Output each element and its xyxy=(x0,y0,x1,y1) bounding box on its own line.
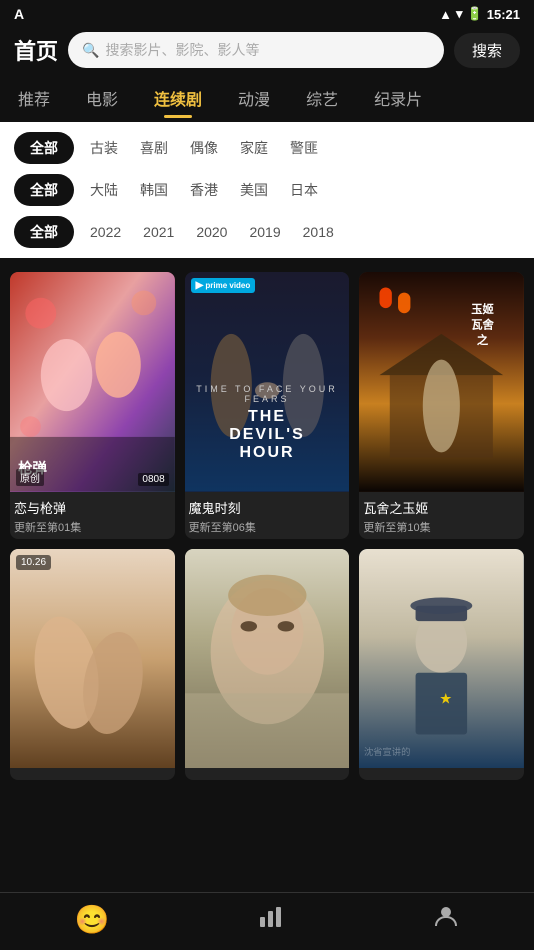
signal-icon: ▲ xyxy=(439,7,452,22)
bottom-nav: 😊 xyxy=(0,892,534,950)
battery-icon: 🔋 xyxy=(467,6,483,22)
tab-anime[interactable]: 动漫 xyxy=(220,82,288,114)
filter-tag-2018[interactable]: 2018 xyxy=(295,220,342,244)
filter-row-genre: 全部 古装 喜剧 偶像 家庭 警匪 xyxy=(14,132,520,164)
filter-year-tags: 2022 2021 2020 2019 2018 xyxy=(82,220,342,244)
filter-tag-meiguo[interactable]: 美国 xyxy=(232,176,276,204)
filter-tag-riben[interactable]: 日本 xyxy=(282,176,326,204)
tab-series[interactable]: 连续剧 xyxy=(136,82,220,114)
search-bar[interactable]: 🔍 搜索影片、影院、影人等 xyxy=(68,32,444,68)
content-area: 枪弹 原创 0808 恋与枪弹 更新至第01集 xyxy=(0,258,534,860)
card-title-3: 瓦舍之玉姬 xyxy=(363,498,520,517)
filter-tag-hanguo[interactable]: 韩国 xyxy=(132,176,176,204)
card-info-5 xyxy=(185,768,350,780)
search-placeholder: 搜索影片、影院、影人等 xyxy=(105,40,430,60)
header: 首页 🔍 搜索影片、影院、影人等 搜索 xyxy=(0,24,534,78)
tab-variety[interactable]: 综艺 xyxy=(288,82,356,114)
filter-tag-dalu[interactable]: 大陆 xyxy=(82,176,126,204)
time-display: 15:21 xyxy=(487,7,520,22)
list-item[interactable]: 10.26 xyxy=(10,549,175,781)
status-bar: A ▲ ▾ 🔋 15:21 xyxy=(0,0,534,24)
card-poster-2: ▶ prime video TIME TO FACE YOUR FEARS TH… xyxy=(185,272,350,492)
profile-icon xyxy=(433,903,459,936)
svg-text:玉姬: 玉姬 xyxy=(472,302,495,316)
card-title-2: 魔鬼时刻 xyxy=(189,498,346,517)
list-item[interactable] xyxy=(185,549,350,781)
card-info-1: 恋与枪弹 更新至第01集 xyxy=(10,492,175,539)
status-right: ▲ ▾ 🔋 15:21 xyxy=(439,6,520,22)
chart-icon xyxy=(258,903,284,936)
tab-movie[interactable]: 电影 xyxy=(68,82,136,114)
svg-text:★: ★ xyxy=(440,691,453,707)
filter-tag-2021[interactable]: 2021 xyxy=(135,220,182,244)
filter-tag-2019[interactable]: 2019 xyxy=(241,220,288,244)
card-poster-4: 10.26 xyxy=(10,549,175,769)
filter-genre-all[interactable]: 全部 xyxy=(14,132,74,164)
episode-badge-1: 原创 xyxy=(16,469,44,486)
page-title: 首页 xyxy=(14,34,58,66)
tab-documentary[interactable]: 纪录片 xyxy=(356,82,440,114)
filter-genre-tags: 古装 喜剧 偶像 家庭 警匪 xyxy=(82,134,326,162)
date-badge-4: 10.26 xyxy=(16,555,51,570)
wifi-icon: ▾ xyxy=(456,6,463,22)
search-icon: 🔍 xyxy=(82,42,99,59)
filter-region-all[interactable]: 全部 xyxy=(14,174,74,206)
card-title-1: 恋与枪弹 xyxy=(14,498,171,517)
filter-region-tags: 大陆 韩国 香港 美国 日本 xyxy=(82,176,326,204)
search-button[interactable]: 搜索 xyxy=(454,33,520,68)
poster-title-text: TIME TO FACE YOUR FEARS THE DEVIL'S HOUR xyxy=(185,384,350,462)
svg-text:沈省宣讲的: 沈省宣讲的 xyxy=(364,746,410,757)
bottom-nav-home[interactable]: 😊 xyxy=(75,903,110,936)
list-item[interactable]: ▶ prime video TIME TO FACE YOUR FEARS TH… xyxy=(185,272,350,539)
list-item[interactable]: 枪弹 原创 0808 恋与枪弹 更新至第01集 xyxy=(10,272,175,539)
home-icon: 😊 xyxy=(75,903,110,936)
episode-count-1: 0808 xyxy=(138,473,168,486)
card-poster-3: 玉姬 瓦舍 之 xyxy=(359,272,524,492)
card-info-2: 魔鬼时刻 更新至第06集 xyxy=(185,492,350,539)
carrier-icon: A xyxy=(14,6,24,22)
filter-tag-jiating[interactable]: 家庭 xyxy=(232,134,276,162)
card-subtitle-2: 更新至第06集 xyxy=(189,519,346,535)
filter-tag-guzhuang[interactable]: 古装 xyxy=(82,134,126,162)
card-poster-1: 枪弹 原创 0808 xyxy=(10,272,175,492)
filter-year-all[interactable]: 全部 xyxy=(14,216,74,248)
content-grid: 枪弹 原创 0808 恋与枪弹 更新至第01集 xyxy=(10,272,524,780)
card-info-4 xyxy=(10,768,175,780)
card-poster-6: ★ 沈省宣讲的 xyxy=(359,549,524,769)
card-subtitle-3: 更新至第10集 xyxy=(363,519,520,535)
svg-text:之: 之 xyxy=(477,333,489,347)
bottom-nav-chart[interactable] xyxy=(258,903,284,936)
bottom-nav-profile[interactable] xyxy=(433,903,459,936)
filter-tag-xiju[interactable]: 喜剧 xyxy=(132,134,176,162)
prime-badge: ▶ prime video xyxy=(191,278,256,293)
card-subtitle-1: 更新至第01集 xyxy=(14,519,171,535)
filter-tag-ouxiang[interactable]: 偶像 xyxy=(182,134,226,162)
filter-tag-jingfei[interactable]: 警匪 xyxy=(282,134,326,162)
filter-section: 全部 古装 喜剧 偶像 家庭 警匪 全部 大陆 韩国 香港 美国 日本 全部 2… xyxy=(0,122,534,258)
card-poster-5 xyxy=(185,549,350,769)
filter-tag-2022[interactable]: 2022 xyxy=(82,220,129,244)
filter-tag-2020[interactable]: 2020 xyxy=(188,220,235,244)
card-info-6 xyxy=(359,768,524,780)
svg-text:瓦舍: 瓦舍 xyxy=(472,318,495,332)
nav-tabs: 推荐 电影 连续剧 动漫 综艺 纪录片 xyxy=(0,78,534,122)
filter-row-year: 全部 2022 2021 2020 2019 2018 xyxy=(14,216,520,248)
list-item[interactable]: ★ 沈省宣讲的 xyxy=(359,549,524,781)
tab-recommend[interactable]: 推荐 xyxy=(0,82,68,114)
filter-tag-xianggang[interactable]: 香港 xyxy=(182,176,226,204)
card-info-3: 瓦舍之玉姬 更新至第10集 xyxy=(359,492,524,539)
filter-row-region: 全部 大陆 韩国 香港 美国 日本 xyxy=(14,174,520,206)
list-item[interactable]: 玉姬 瓦舍 之 瓦舍之玉姬 更新至第10集 xyxy=(359,272,524,539)
